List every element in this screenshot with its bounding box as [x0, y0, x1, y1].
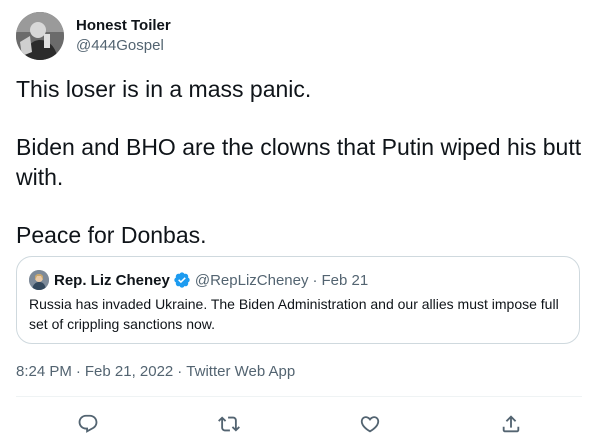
- quoted-handle: @RepLizCheney: [194, 271, 309, 289]
- tweet-line-2: Biden and BHO are the clowns that Putin …: [16, 134, 582, 190]
- quoted-separator: ·: [312, 271, 318, 289]
- reply-icon: [78, 414, 98, 433]
- meta-separator-2: ·: [177, 363, 183, 380]
- quoted-tweet-header: Rep. Liz Cheney @RepLizCheney · Feb 21: [29, 270, 368, 290]
- avatar-photo-icon: [16, 12, 64, 60]
- tweet-meta: 8:24 PM · Feb 21, 2022 · Twitter Web App: [16, 362, 295, 382]
- share-button[interactable]: [493, 406, 529, 442]
- quoted-date: Feb 21: [321, 271, 369, 289]
- retweet-icon: [218, 416, 240, 432]
- action-bar: [0, 406, 598, 442]
- quoted-tweet-text: Russia has invaded Ukraine. The Biden Ad…: [29, 296, 559, 332]
- author-display-name[interactable]: Honest Toiler: [76, 16, 171, 36]
- tweet-card: Honest Toiler @444Gospel This loser is i…: [0, 0, 598, 446]
- retweet-button[interactable]: [211, 406, 247, 442]
- quoted-display-name: Rep. Liz Cheney: [54, 271, 170, 289]
- reply-button[interactable]: [70, 406, 106, 442]
- like-button[interactable]: [352, 406, 388, 442]
- meta-separator-1: ·: [75, 363, 81, 380]
- tweet-source[interactable]: Twitter Web App: [186, 363, 295, 380]
- author-avatar[interactable]: [16, 12, 64, 60]
- tweet-time[interactable]: 8:24 PM: [16, 363, 72, 380]
- tweet-line-3: Peace for Donbas.: [16, 222, 207, 248]
- action-divider: [16, 396, 582, 397]
- quoted-author-avatar: [29, 270, 49, 290]
- quoted-avatar-photo-icon: [29, 270, 49, 290]
- tweet-date[interactable]: Feb 21, 2022: [85, 363, 173, 380]
- like-icon: [360, 416, 380, 433]
- share-icon: [502, 415, 520, 433]
- author-handle[interactable]: @444Gospel: [76, 36, 171, 56]
- tweet-line-1: This loser is in a mass panic.: [16, 76, 312, 102]
- quoted-tweet[interactable]: Rep. Liz Cheney @RepLizCheney · Feb 21 R…: [16, 256, 580, 344]
- tweet-text: This loser is in a mass panic. Biden and…: [16, 74, 582, 250]
- verified-badge-icon: [174, 272, 190, 288]
- author-info: Honest Toiler @444Gospel: [76, 16, 171, 56]
